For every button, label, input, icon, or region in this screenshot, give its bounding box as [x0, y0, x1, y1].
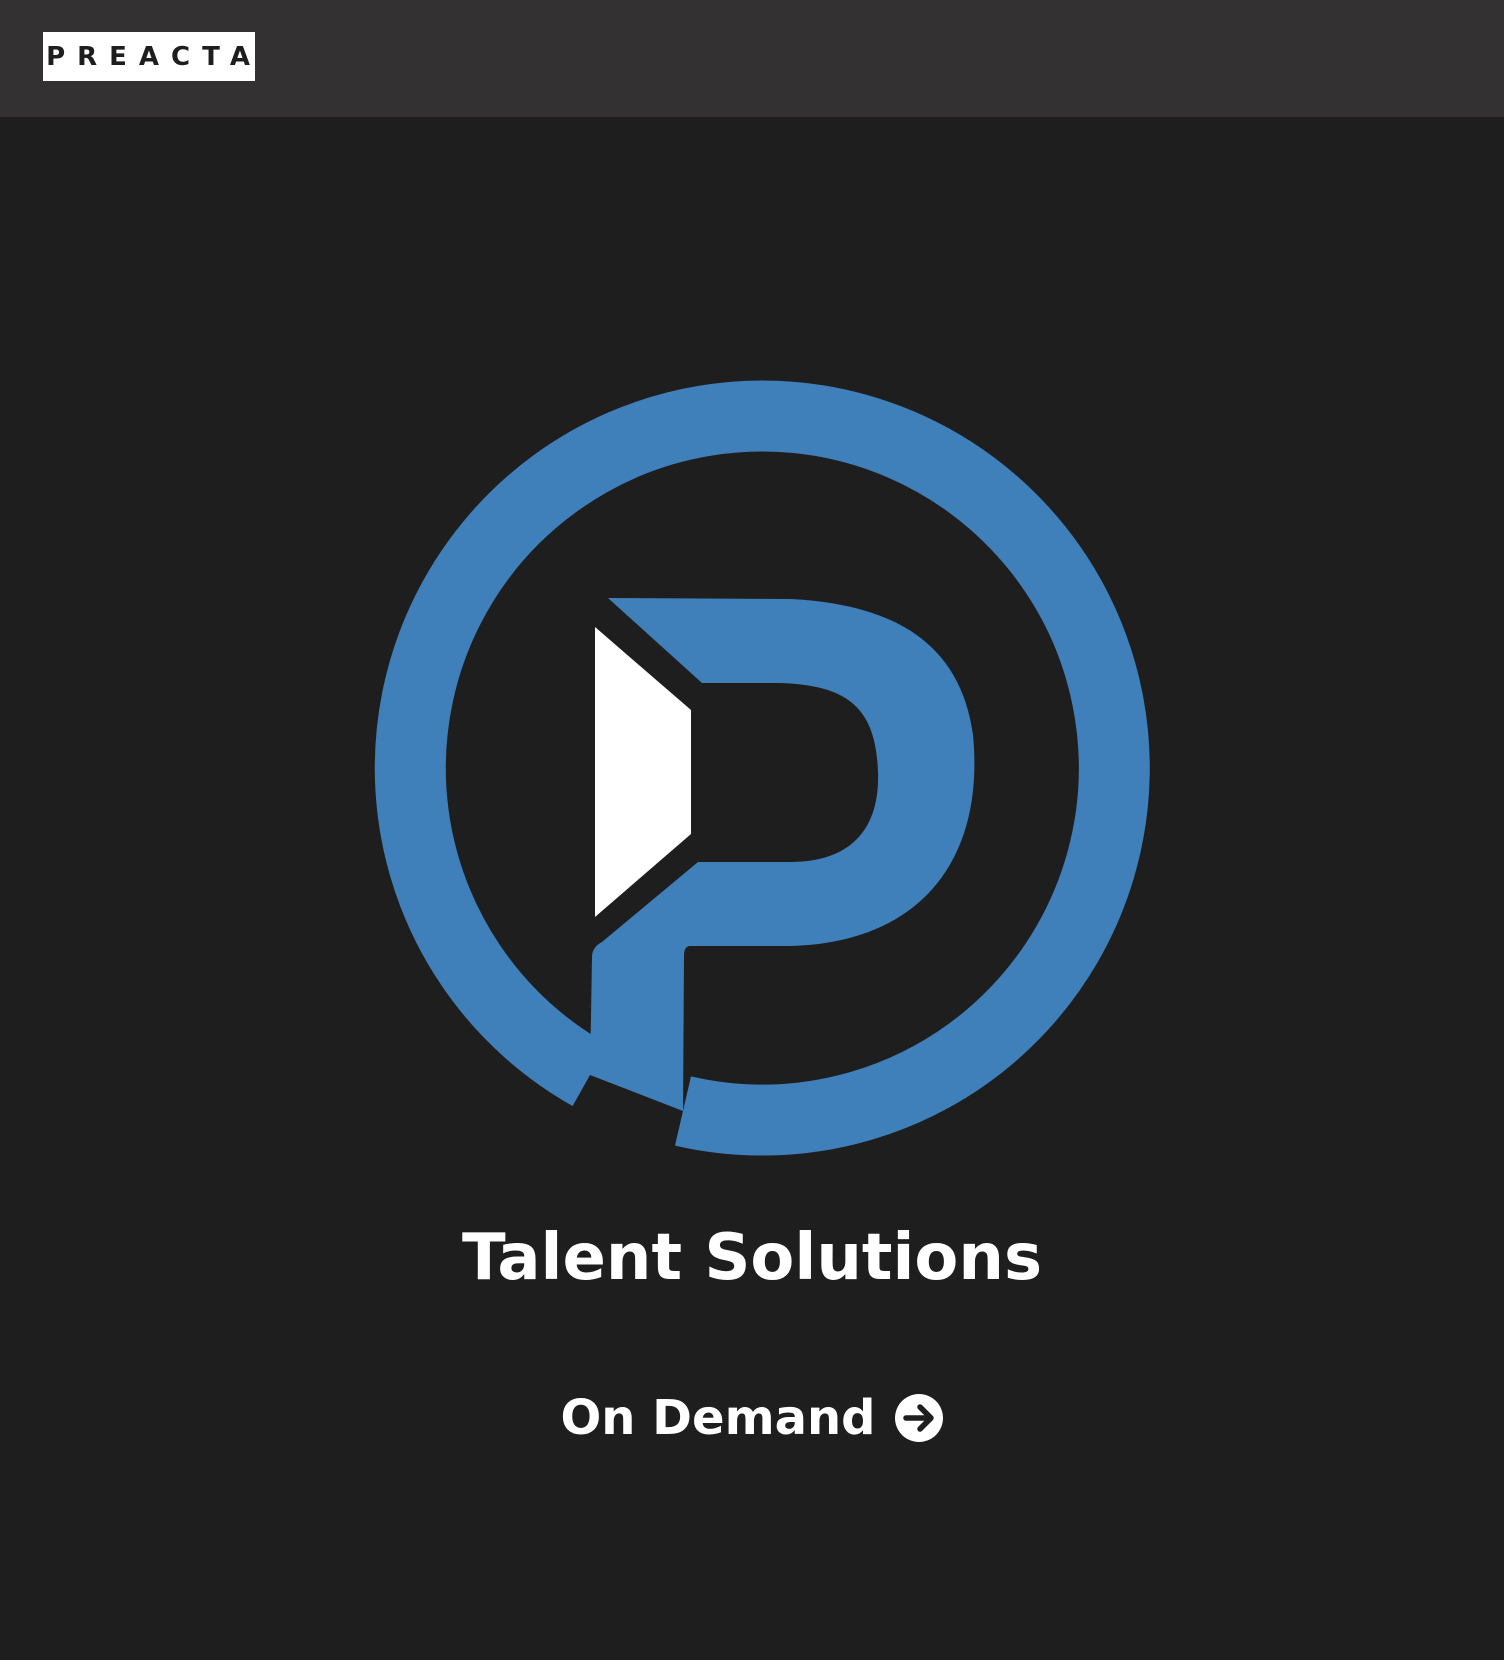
on-demand-label: On Demand: [560, 1390, 876, 1446]
brand-logo-link[interactable]: PREACTA: [43, 32, 255, 81]
top-bar: PREACTA: [0, 0, 1504, 117]
logo-p-letter: [590, 598, 975, 1111]
logo-ring: [374, 380, 1150, 1156]
on-demand-link[interactable]: On Demand: [0, 1388, 1504, 1448]
arrow-right-circle-icon: [894, 1394, 943, 1442]
logo-white-wedge: [595, 627, 691, 917]
page-title: Talent Solutions: [461, 1221, 1043, 1295]
